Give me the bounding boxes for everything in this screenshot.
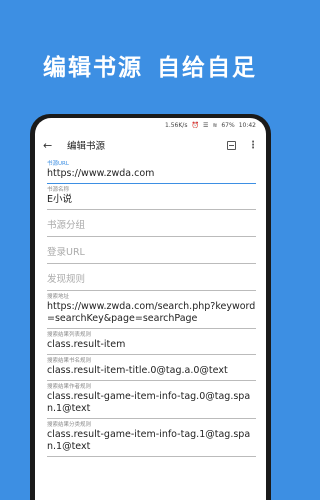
field-discover-rule[interactable]: 发现规则: [47, 264, 256, 291]
field-label: 搜索地址: [47, 294, 70, 300]
field-label: 搜索结果列表规则: [47, 332, 92, 338]
page-title: 编辑书源: [67, 141, 106, 152]
wifi-icon: ≋: [212, 121, 218, 129]
phone-frame: 1.56K/s ⏰ ☰ ≋ 67% 10:42 ← 编辑书源 ⋮ 书源URL h…: [30, 114, 271, 500]
promo-left-text: 编辑书源: [43, 55, 143, 81]
more-options-icon[interactable]: ⋮: [248, 140, 258, 151]
field-search-list-rule[interactable]: 搜索结果列表规则 class.result-item: [47, 329, 256, 355]
field-label: 书源URL: [47, 161, 69, 167]
field-value[interactable]: class.result-item: [47, 339, 256, 354]
field-placeholder[interactable]: 书源分组: [47, 212, 256, 236]
status-bar: 1.56K/s ⏰ ☰ ≋ 67% 10:42: [35, 118, 266, 132]
back-arrow-icon[interactable]: ←: [43, 139, 63, 152]
field-search-author-rule[interactable]: 搜索结果作者规则 class.result-game-item-info-tag…: [47, 381, 256, 419]
field-search-name-rule[interactable]: 搜索结果书名规则 class.result-item-title.0@tag.a…: [47, 355, 256, 381]
network-speed: 1.56K/s: [165, 121, 188, 129]
field-source-group[interactable]: 书源分组: [47, 210, 256, 237]
signal-icon: ☰: [202, 121, 209, 129]
field-source-url[interactable]: 书源URL https://www.zwda.com: [47, 158, 256, 184]
clock: 10:42: [238, 121, 256, 129]
field-search-category-rule[interactable]: 搜索结果分类规则 class.result-game-item-info-tag…: [47, 419, 256, 457]
field-value[interactable]: class.result-item-title.0@tag.a.0@text: [47, 365, 256, 380]
phone-screen: 1.56K/s ⏰ ☰ ≋ 67% 10:42 ← 编辑书源 ⋮ 书源URL h…: [35, 118, 266, 500]
field-source-name[interactable]: 书源名称 E小说: [47, 184, 256, 210]
field-value[interactable]: class.result-game-item-info-tag.1@tag.sp…: [47, 429, 256, 456]
field-value[interactable]: https://www.zwda.com/search.php?keyword=…: [47, 301, 256, 328]
field-login-url[interactable]: 登录URL: [47, 237, 256, 264]
field-value[interactable]: https://www.zwda.com: [47, 168, 256, 183]
field-value[interactable]: E小说: [47, 194, 256, 209]
save-icon[interactable]: [227, 140, 236, 150]
field-label: 搜索结果书名规则: [47, 358, 92, 364]
field-label: 书源名称: [47, 187, 70, 193]
promo-headline: 编辑书源 自给自足: [0, 48, 300, 82]
source-form: 书源URL https://www.zwda.com 书源名称 E小说 书源分组…: [35, 158, 266, 457]
battery-level: 67%: [221, 121, 235, 129]
field-search-url[interactable]: 搜索地址 https://www.zwda.com/search.php?key…: [47, 291, 256, 329]
alarm-icon: ⏰: [191, 121, 199, 129]
app-bar: ← 编辑书源 ⋮: [35, 132, 266, 158]
field-placeholder[interactable]: 发现规则: [47, 266, 256, 290]
promo-right-text: 自给自足: [157, 55, 257, 81]
field-placeholder[interactable]: 登录URL: [47, 239, 256, 263]
field-label: 搜索结果作者规则: [47, 384, 92, 390]
field-label: 搜索结果分类规则: [47, 422, 92, 428]
field-value[interactable]: class.result-game-item-info-tag.0@tag.sp…: [47, 391, 256, 418]
